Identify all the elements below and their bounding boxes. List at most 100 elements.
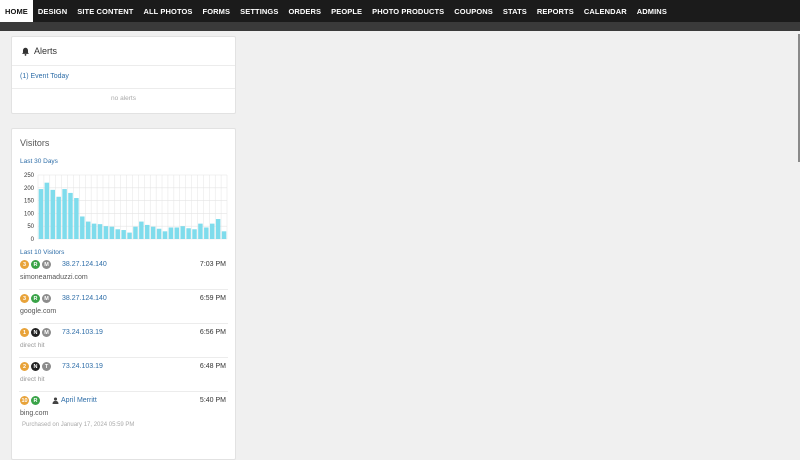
- visitor-ip-link[interactable]: 38.27.124.140: [62, 261, 107, 268]
- chart-bar[interactable]: [192, 229, 197, 239]
- nav-item-site-content[interactable]: SITE CONTENT: [72, 0, 138, 22]
- visit-badge: 2: [20, 362, 29, 371]
- visitor-row[interactable]: 10 R April Merritt 5:40 PM bing.com Purchased…: [19, 392, 228, 432]
- chart-bar[interactable]: [209, 223, 215, 239]
- y-tick-label: 200: [24, 186, 35, 192]
- visitor-ip-link[interactable]: 73.24.103.19: [62, 329, 103, 336]
- chart-bar[interactable]: [56, 196, 61, 239]
- nav-item-photo-products[interactable]: PHOTO PRODUCTS: [367, 0, 449, 22]
- visitor-badges: 3RM: [20, 260, 53, 269]
- visitors-panel: Visitors Last 30 Days 0 50 100 150 200 250 La…: [11, 128, 236, 460]
- nav-item-forms[interactable]: FORMS: [198, 0, 236, 22]
- nav-item-admins[interactable]: ADMINS: [632, 0, 672, 22]
- visit-badge: R: [31, 396, 40, 405]
- chart-bar[interactable]: [38, 189, 44, 239]
- chart-bar[interactable]: [133, 226, 138, 239]
- visit-badge: 3: [20, 260, 29, 269]
- chart-bar[interactable]: [162, 231, 168, 239]
- alerts-panel: Alerts (1) Event Today no alerts: [11, 36, 236, 114]
- visit-source: direct hit: [20, 342, 45, 349]
- sub-bar: [0, 22, 800, 31]
- chart-bar[interactable]: [97, 224, 103, 239]
- nav-item-stats[interactable]: STATS: [498, 0, 532, 22]
- chart-bar[interactable]: [74, 198, 79, 239]
- chart-bar[interactable]: [109, 226, 115, 239]
- top-nav: HOME DESIGN SITE CONTENT ALL PHOTOS FORMS SET…: [0, 0, 800, 22]
- visitor-row[interactable]: 3 R M 38.27.124.140 7:03 PM simoneamaduzzi.co…: [19, 256, 228, 290]
- chart-bar[interactable]: [139, 221, 144, 239]
- visit-badge: 1: [20, 328, 29, 337]
- chart-bar[interactable]: [221, 231, 227, 239]
- y-tick-label: 250: [24, 173, 35, 179]
- event-today-link[interactable]: (1) Event Today: [12, 66, 235, 89]
- chart-bar[interactable]: [156, 228, 162, 239]
- chart-bar[interactable]: [180, 226, 185, 239]
- visitor-badges: 1NM: [20, 328, 53, 337]
- visitor-badges: 3RM: [20, 294, 53, 303]
- chart-bar[interactable]: [121, 230, 126, 239]
- visit-source: bing.com: [20, 410, 49, 417]
- visitor-ip-link[interactable]: 38.27.124.140: [62, 295, 107, 302]
- chart-bar[interactable]: [62, 189, 67, 239]
- visit-badge: M: [42, 260, 51, 269]
- visit-source: google.com: [20, 308, 57, 315]
- nav-item-calendar[interactable]: CALENDAR: [579, 0, 632, 22]
- y-tick-label: 0: [31, 237, 35, 243]
- chart-bar[interactable]: [80, 216, 85, 239]
- chart-bar[interactable]: [186, 228, 191, 239]
- alerts-title: Alerts: [34, 46, 58, 56]
- chart-bar[interactable]: [103, 226, 109, 239]
- visit-time: 5:40 PM: [199, 397, 226, 404]
- visitors-title: Visitors: [20, 138, 50, 148]
- chart-bar[interactable]: [174, 227, 180, 239]
- chart-bar[interactable]: [115, 229, 120, 239]
- visit-badge: N: [31, 362, 40, 371]
- no-alerts-text: no alerts: [111, 95, 136, 102]
- y-tick-label: 150: [24, 199, 35, 205]
- chart-bar[interactable]: [44, 182, 50, 239]
- alerts-header: Alerts: [12, 37, 235, 66]
- visitor-user-name: April Merritt: [61, 397, 97, 404]
- visit-badge: 10: [20, 396, 29, 405]
- visitor-user-link[interactable]: April Merritt: [52, 397, 97, 404]
- chart-bar[interactable]: [198, 223, 203, 239]
- visitor-row[interactable]: 1 N M 73.24.103.19 6:56 PM direct hit: [19, 324, 228, 358]
- visit-badge: M: [42, 294, 51, 303]
- chart-bar[interactable]: [91, 223, 97, 239]
- nav-item-coupons[interactable]: COUPONS: [449, 0, 498, 22]
- visitor-badges: 10 R: [20, 396, 42, 405]
- visit-time: 6:48 PM: [199, 363, 226, 370]
- chart-bar[interactable]: [50, 189, 56, 239]
- y-tick-label: 100: [24, 211, 35, 217]
- last-30-days-link[interactable]: Last 30 Days: [12, 158, 235, 165]
- nav-item-home[interactable]: HOME: [0, 0, 33, 22]
- chart-bar[interactable]: [85, 221, 91, 239]
- last-10-visitors-link[interactable]: Last 10 Visitors: [12, 249, 235, 256]
- visitor-row[interactable]: 3 R M 38.27.124.140 6:59 PM google.com: [19, 290, 228, 324]
- nav-item-all-photos[interactable]: ALL PHOTOS: [138, 0, 197, 22]
- visit-source: direct hit: [20, 376, 45, 383]
- visit-time: 7:03 PM: [199, 261, 226, 268]
- visitor-badges: 2NT: [20, 362, 53, 371]
- nav-item-design[interactable]: DESIGN: [33, 0, 72, 22]
- chart-bar[interactable]: [168, 227, 174, 239]
- chart-bar[interactable]: [127, 232, 132, 239]
- nav-item-orders[interactable]: ORDERS: [283, 0, 326, 22]
- visitor-ip-link[interactable]: 73.24.103.19: [62, 363, 103, 370]
- nav-item-settings[interactable]: SETTINGS: [235, 0, 283, 22]
- chart-bar[interactable]: [145, 224, 150, 239]
- nav-item-reports[interactable]: REPORTS: [532, 0, 579, 22]
- visitors-bar-chart: 0 50 100 150 200 250: [24, 173, 228, 243]
- nav-item-people[interactable]: PEOPLE: [326, 0, 367, 22]
- chart-bar[interactable]: [68, 192, 73, 239]
- visitor-list: 3 R M 38.27.124.140 7:03 PM simoneamaduzzi.co…: [12, 256, 235, 432]
- chart-bar[interactable]: [204, 227, 209, 239]
- visit-badge: R: [31, 294, 40, 303]
- visit-time: 6:56 PM: [199, 329, 226, 336]
- bell-icon: [22, 47, 29, 56]
- visit-time: 6:59 PM: [199, 295, 226, 302]
- chart-bar[interactable]: [150, 226, 156, 239]
- chart-bar[interactable]: [215, 219, 221, 239]
- visitor-row[interactable]: 2 N T 73.24.103.19 6:48 PM direct hit: [19, 358, 228, 392]
- visit-badge: N: [31, 328, 40, 337]
